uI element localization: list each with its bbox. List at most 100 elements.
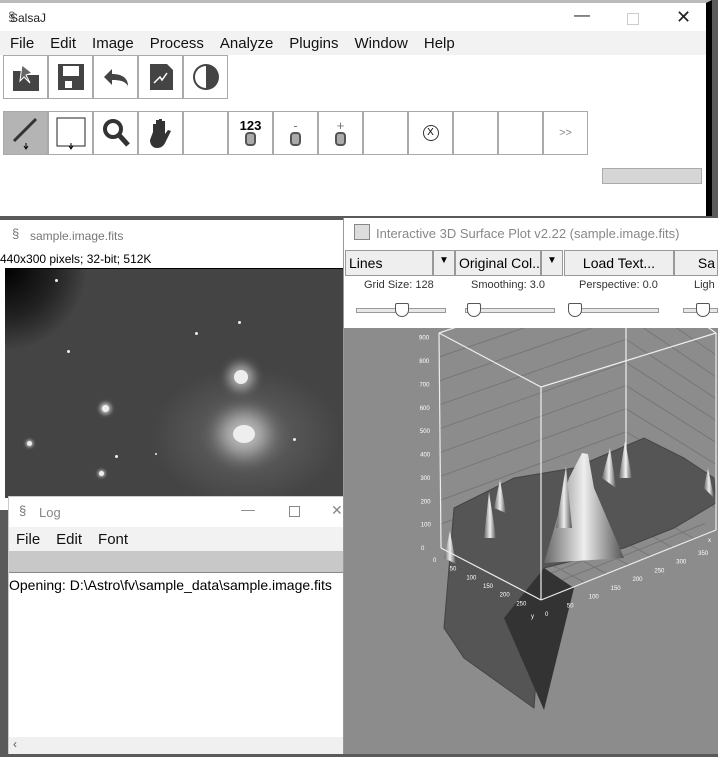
x-tick-label: 300: [676, 560, 687, 566]
star: [102, 405, 109, 412]
galaxy: [233, 425, 255, 443]
plot-box-edge: [438, 269, 627, 334]
app-icon: §: [12, 226, 20, 241]
empty-tool-slot[interactable]: [363, 111, 408, 155]
slider-thumb[interactable]: [467, 303, 481, 317]
astronomical-image[interactable]: [5, 268, 345, 498]
x-tick-label: 100: [589, 595, 600, 601]
grid-size-label: Grid Size: 128: [364, 279, 434, 291]
maximize-button[interactable]: [627, 13, 639, 25]
x-icon: X: [422, 125, 439, 141]
close-button[interactable]: ✕: [331, 502, 343, 519]
z-tick-label: 900: [419, 336, 430, 342]
star: [55, 279, 58, 282]
close-button[interactable]: ✕: [676, 7, 691, 28]
star: [155, 453, 157, 455]
log-header-bar: [9, 551, 343, 573]
galaxy: [234, 370, 248, 384]
x-tool-button[interactable]: X: [408, 111, 453, 155]
z-tick-label: 300: [420, 476, 431, 482]
log-menu-font[interactable]: Font: [88, 527, 134, 548]
image-window: § sample.image.fits 440x300 pixels; 32-b…: [0, 220, 345, 510]
contrast-button[interactable]: [183, 55, 228, 99]
photometry-minus-icon: [290, 132, 301, 146]
grid-line: [625, 338, 717, 400]
hand-icon: [149, 119, 171, 148]
menu-help[interactable]: Help: [414, 31, 461, 52]
photometry-label: 123: [239, 118, 262, 133]
salsaj-main-window: § SalsaJ — ✕ File Edit Image Process Analyze…: [0, 0, 712, 216]
load-texture-button[interactable]: Load Text...: [564, 250, 674, 276]
undo-icon: [103, 69, 128, 86]
menu-bar: File Edit Image Process Analyze Plugins Window…: [0, 31, 706, 55]
horizontal-scrollbar[interactable]: ‹: [9, 737, 343, 754]
slider-thumb[interactable]: [568, 303, 582, 317]
menu-edit[interactable]: Edit: [40, 31, 82, 52]
empty-tool-slot[interactable]: [498, 111, 543, 155]
save-plot-label: Sa: [697, 255, 715, 271]
chevron-down-icon[interactable]: ▼: [433, 250, 455, 276]
photometry-minus-button[interactable]: -: [273, 111, 318, 155]
save-plot-button[interactable]: Sa: [674, 250, 718, 276]
plot-box-edge: [625, 269, 717, 334]
perspective-slider[interactable]: [568, 303, 659, 317]
menu-process[interactable]: Process: [140, 31, 210, 52]
star: [99, 471, 104, 476]
z-tick-label: 500: [420, 429, 431, 435]
menu-file[interactable]: File: [0, 31, 40, 52]
app-icon: §: [19, 503, 27, 518]
menu-plugins[interactable]: Plugins: [279, 31, 344, 52]
grid-line: [439, 292, 627, 358]
hand-tool-button[interactable]: [138, 111, 183, 155]
load-texture-label: Load Text...: [582, 255, 656, 271]
minimize-button[interactable]: —: [241, 501, 255, 517]
plot-box-edge: [438, 332, 442, 549]
grid-line: [625, 292, 717, 356]
slider-thumb[interactable]: [395, 303, 409, 317]
smoothing-slider[interactable]: [465, 303, 555, 317]
more-icon: >>: [559, 127, 572, 139]
scroll-left-icon[interactable]: ‹: [13, 737, 17, 751]
photometry-plus-label: +: [336, 118, 345, 133]
chevron-down-icon[interactable]: ▼: [541, 250, 563, 276]
photometry-plus-button[interactable]: +: [318, 111, 363, 155]
undo-button[interactable]: [93, 55, 138, 99]
surface-plot-svg[interactable]: 0 100 200 300 400 500 600 700 800 900 0 50 100 150 200…: [344, 269, 718, 754]
image-window-title: sample.image.fits: [30, 229, 124, 243]
grid-line: [625, 385, 717, 443]
rectangle-tool-button[interactable]: [48, 111, 93, 155]
open-button[interactable]: [3, 55, 48, 99]
magnifier-button[interactable]: [93, 111, 138, 155]
more-tools-button[interactable]: >>: [543, 111, 588, 155]
z-tick-label: 800: [419, 359, 430, 365]
y-tick-label: 100: [466, 575, 477, 581]
z-tick-label: 600: [420, 406, 431, 412]
menu-window[interactable]: Window: [345, 31, 414, 52]
image-info: 440x300 pixels; 32-bit; 512K: [0, 252, 152, 266]
empty-tool-slot[interactable]: [453, 111, 498, 155]
slider-thumb[interactable]: [696, 303, 710, 317]
log-menu-file[interactable]: File: [9, 527, 46, 548]
progress-bar: [602, 168, 702, 184]
log-menu-edit[interactable]: Edit: [46, 527, 88, 548]
maximize-button[interactable]: [289, 506, 300, 517]
lighting-slider[interactable]: [683, 303, 718, 317]
log-window-title: Log: [39, 505, 61, 520]
grid-size-slider[interactable]: [356, 303, 446, 317]
menu-analyze[interactable]: Analyze: [210, 31, 279, 52]
menu-image[interactable]: Image: [82, 31, 140, 52]
surface-plot-canvas[interactable]: 0 100 200 300 400 500 600 700 800 900 0 50 100 150 200…: [344, 269, 718, 754]
y-tick-label: 150: [483, 584, 494, 590]
y-tick-label: 200: [500, 593, 511, 599]
color-mode-select[interactable]: Original Col...: [455, 250, 544, 276]
line-tool-button[interactable]: [3, 111, 48, 155]
plot-button[interactable]: [138, 55, 183, 99]
z-tick-label: 700: [419, 382, 430, 388]
minimize-button[interactable]: —: [574, 7, 590, 25]
display-mode-select[interactable]: Lines: [345, 250, 433, 276]
empty-tool-slot[interactable]: [183, 111, 228, 155]
photometry-button[interactable]: 123: [228, 111, 273, 155]
grid-line: [625, 362, 717, 421]
save-button[interactable]: [48, 55, 93, 99]
plot-box-edge: [438, 332, 542, 388]
